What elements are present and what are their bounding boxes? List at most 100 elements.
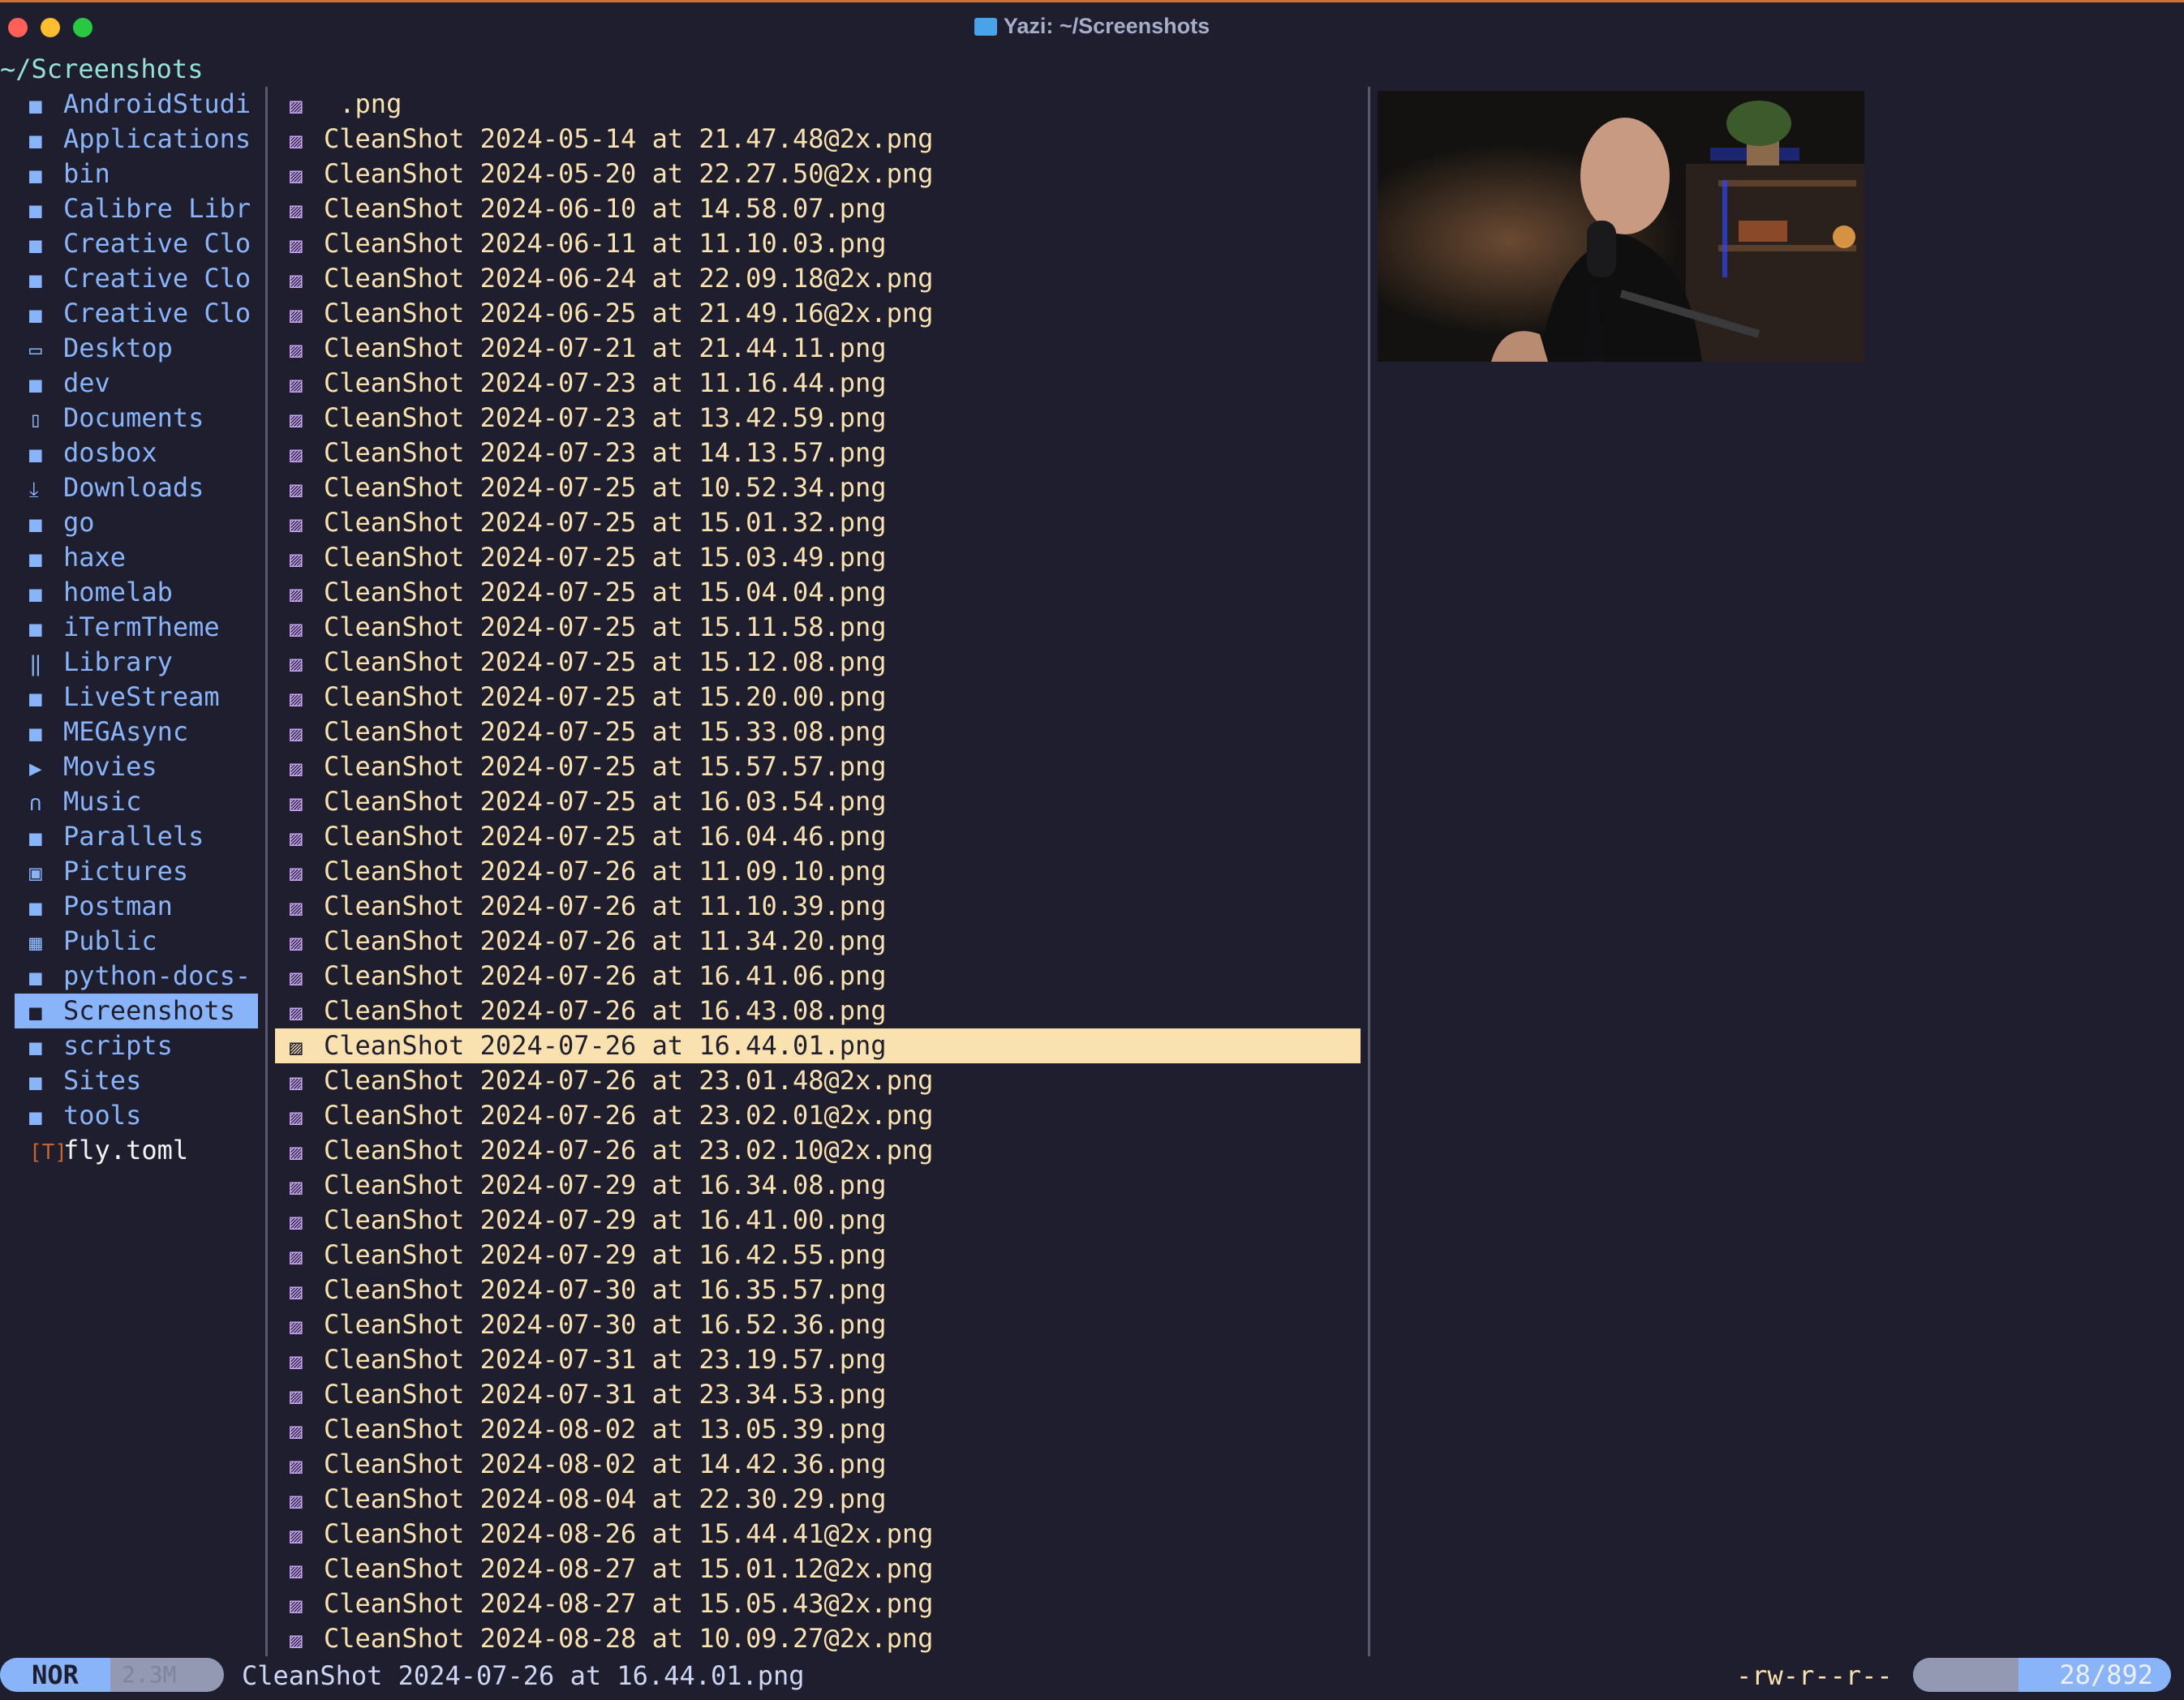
file-row[interactable]: ▨ CleanShot 2024-07-25 at 15.33.08.png	[275, 715, 1361, 749]
file-row[interactable]: ▨ CleanShot 2024-07-25 at 15.04.04.png	[275, 575, 1361, 610]
file-row[interactable]: ▨ CleanShot 2024-07-25 at 15.03.49.png	[275, 540, 1361, 575]
library-icon: ‖	[29, 652, 42, 676]
sidebar-folder-item[interactable]: ⤓ Downloads	[15, 470, 258, 505]
file-row[interactable]: ▨ CleanShot 2024-07-26 at 11.10.39.png	[275, 889, 1361, 924]
sidebar-folder-item[interactable]: ■ homelab	[15, 575, 258, 610]
file-row[interactable]: ▨ CleanShot 2024-07-30 at 16.35.57.png	[275, 1273, 1361, 1307]
file-name: CleanShot 2024-07-26 at 16.44.01.png	[324, 1030, 887, 1061]
file-item[interactable]: [T]fly.toml	[15, 1133, 258, 1168]
sidebar-folder-item[interactable]: ▶ Movies	[15, 749, 258, 784]
file-row[interactable]: ▨ CleanShot 2024-07-23 at 11.16.44.png	[275, 366, 1361, 401]
file-row[interactable]: ▨ CleanShot 2024-07-25 at 16.04.46.png	[275, 819, 1361, 854]
sidebar-folder-item[interactable]: ■ AndroidStudi	[15, 87, 258, 122]
mode-indicator: NOR 2.3M	[0, 1658, 224, 1692]
file-name: CleanShot 2024-07-31 at 23.34.53.png	[324, 1379, 887, 1410]
file-row[interactable]: ▨ CleanShot 2024-08-27 at 15.01.12@2x.png	[275, 1552, 1361, 1586]
sidebar-folder-item[interactable]: ■ go	[15, 505, 258, 540]
sidebar-folder-item[interactable]: ■ dev	[15, 366, 258, 401]
file-row[interactable]: ▨ CleanShot 2024-05-14 at 21.47.48@2x.png	[275, 122, 1361, 157]
file-row[interactable]: ▨ CleanShot 2024-07-21 at 21.44.11.png	[275, 331, 1361, 366]
sidebar-folder-item[interactable]: ■ Applications	[15, 122, 258, 157]
file-row[interactable]: ▨ CleanShot 2024-07-25 at 15.01.32.png	[275, 505, 1361, 540]
file-row[interactable]: ▨ CleanShot 2024-07-26 at 11.09.10.png	[275, 854, 1361, 889]
file-row[interactable]: ▨ CleanShot 2024-07-25 at 15.11.58.png	[275, 610, 1361, 645]
file-row[interactable]: ▨ CleanShot 2024-08-27 at 15.05.43@2x.png	[275, 1586, 1361, 1621]
file-row[interactable]: ▨ CleanShot 2024-07-29 at 16.41.00.png	[275, 1203, 1361, 1238]
file-name: CleanShot 2024-07-25 at 10.52.34.png	[324, 472, 887, 503]
sidebar-folder-item[interactable]: ■ Creative Clo	[15, 226, 258, 261]
sidebar-folder-item[interactable]: ■ Sites	[15, 1063, 258, 1098]
file-row[interactable]: ▨ CleanShot 2024-07-26 at 16.41.06.png	[275, 959, 1361, 994]
file-row[interactable]: ▨ CleanShot 2024-06-24 at 22.09.18@2x.png	[275, 261, 1361, 296]
file-row[interactable]: ▨ .png	[275, 87, 1361, 122]
sidebar-folder-item[interactable]: ■ scripts	[15, 1028, 258, 1063]
file-row[interactable]: ▨ CleanShot 2024-07-23 at 13.42.59.png	[275, 401, 1361, 436]
file-row[interactable]: ▨ CleanShot 2024-07-25 at 15.20.00.png	[275, 680, 1361, 715]
item-label: Desktop	[63, 333, 173, 363]
sidebar-folder-item[interactable]: ■ iTermTheme	[15, 610, 258, 645]
desktop-icon: ▭	[29, 338, 42, 363]
folder-icon: ■	[29, 199, 42, 223]
item-label: Documents	[63, 402, 204, 433]
file-row[interactable]: ▨ CleanShot 2024-06-25 at 21.49.16@2x.png	[275, 296, 1361, 331]
file-row[interactable]: ▨ CleanShot 2024-07-29 at 16.42.55.png	[275, 1238, 1361, 1273]
sidebar-folder-item[interactable]: ■ Calibre Libr	[15, 191, 258, 226]
folder-icon: ■	[29, 617, 42, 642]
file-row[interactable]: ▨ CleanShot 2024-07-26 at 23.02.01@2x.png	[275, 1098, 1361, 1133]
sidebar-folder-item[interactable]: ■ tools	[15, 1098, 258, 1133]
file-name: CleanShot 2024-07-26 at 16.41.06.png	[324, 960, 887, 991]
sidebar-folder-item[interactable]: ■ python-docs-	[15, 959, 258, 994]
file-row[interactable]: ▨ CleanShot 2024-05-20 at 22.27.50@2x.png	[275, 157, 1361, 191]
image-icon: ▨	[290, 826, 303, 851]
file-row[interactable]: ▨ CleanShot 2024-07-26 at 16.44.01.png	[275, 1028, 1361, 1063]
file-row[interactable]: ▨ CleanShot 2024-07-26 at 23.01.48@2x.png	[275, 1063, 1361, 1098]
sidebar-folder-item[interactable]: ‖ Library	[15, 645, 258, 680]
file-row[interactable]: ▨ CleanShot 2024-08-26 at 15.44.41@2x.png	[275, 1517, 1361, 1552]
sidebar-folder-item[interactable]: ■ MEGAsync	[15, 715, 258, 749]
sidebar-folder-item[interactable]: ■ Creative Clo	[15, 296, 258, 331]
file-row[interactable]: ▨ CleanShot 2024-08-02 at 13.05.39.png	[275, 1412, 1361, 1447]
sidebar-folder-item[interactable]: ■ bin	[15, 157, 258, 191]
item-label: dosbox	[63, 437, 157, 468]
file-row[interactable]: ▨ CleanShot 2024-07-23 at 14.13.57.png	[275, 436, 1361, 470]
file-row[interactable]: ▨ CleanShot 2024-07-26 at 16.43.08.png	[275, 994, 1361, 1028]
folder-icon: ■	[29, 373, 42, 397]
sidebar-folder-item[interactable]: ▯ Documents	[15, 401, 258, 436]
file-row[interactable]: ▨ CleanShot 2024-07-25 at 15.57.57.png	[275, 749, 1361, 784]
file-row[interactable]: ▨ CleanShot 2024-07-26 at 23.02.10@2x.png	[275, 1133, 1361, 1168]
file-row[interactable]: ▨ CleanShot 2024-07-25 at 10.52.34.png	[275, 470, 1361, 505]
sidebar-folder-item[interactable]: ■ haxe	[15, 540, 258, 575]
image-icon: ▨	[290, 234, 303, 258]
sidebar-folder-item[interactable]: ■ Screenshots	[15, 994, 258, 1028]
file-row[interactable]: ▨ CleanShot 2024-06-10 at 14.58.07.png	[275, 191, 1361, 226]
sidebar-folder-item[interactable]: ■ Creative Clo	[15, 261, 258, 296]
sidebar-folder-item[interactable]: ▣ Pictures	[15, 854, 258, 889]
image-icon: ▨	[290, 373, 303, 397]
file-row[interactable]: ▨ CleanShot 2024-08-28 at 10.09.27@2x.png	[275, 1621, 1361, 1656]
sidebar-folder-item[interactable]: ■ LiveStream	[15, 680, 258, 715]
file-row[interactable]: ▨ CleanShot 2024-07-25 at 15.12.08.png	[275, 645, 1361, 680]
file-row[interactable]: ▨ CleanShot 2024-07-25 at 16.03.54.png	[275, 784, 1361, 819]
item-label: Public	[63, 925, 157, 956]
image-icon: ▨	[290, 547, 303, 572]
file-row[interactable]: ▨ CleanShot 2024-07-26 at 11.34.20.png	[275, 924, 1361, 959]
file-row[interactable]: ▨ CleanShot 2024-07-30 at 16.52.36.png	[275, 1307, 1361, 1342]
file-name: CleanShot 2024-05-20 at 22.27.50@2x.png	[324, 158, 934, 189]
sidebar-folder-item[interactable]: ■ Parallels	[15, 819, 258, 854]
file-row[interactable]: ▨ CleanShot 2024-08-02 at 14.42.36.png	[275, 1447, 1361, 1482]
file-row[interactable]: ▨ CleanShot 2024-07-29 at 16.34.08.png	[275, 1168, 1361, 1203]
scroll-percent	[1913, 1658, 2018, 1692]
file-name: CleanShot 2024-06-10 at 14.58.07.png	[324, 193, 887, 224]
sidebar-folder-item[interactable]: ▭ Desktop	[15, 331, 258, 366]
file-row[interactable]: ▨ CleanShot 2024-06-11 at 11.10.03.png	[275, 226, 1361, 261]
file-row[interactable]: ▨ CleanShot 2024-07-31 at 23.19.57.png	[275, 1342, 1361, 1377]
image-icon: ▨	[290, 338, 303, 363]
sidebar-folder-item[interactable]: ■ dosbox	[15, 436, 258, 470]
sidebar-folder-item[interactable]: ▦ Public	[15, 924, 258, 959]
file-row[interactable]: ▨ CleanShot 2024-08-04 at 22.30.29.png	[275, 1482, 1361, 1517]
sidebar-folder-item[interactable]: ∩ Music	[15, 784, 258, 819]
image-icon: ▨	[290, 896, 303, 921]
file-row[interactable]: ▨ CleanShot 2024-07-31 at 23.34.53.png	[275, 1377, 1361, 1412]
sidebar-folder-item[interactable]: ■ Postman	[15, 889, 258, 924]
file-name: CleanShot 2024-08-27 at 15.05.43@2x.png	[324, 1588, 934, 1619]
